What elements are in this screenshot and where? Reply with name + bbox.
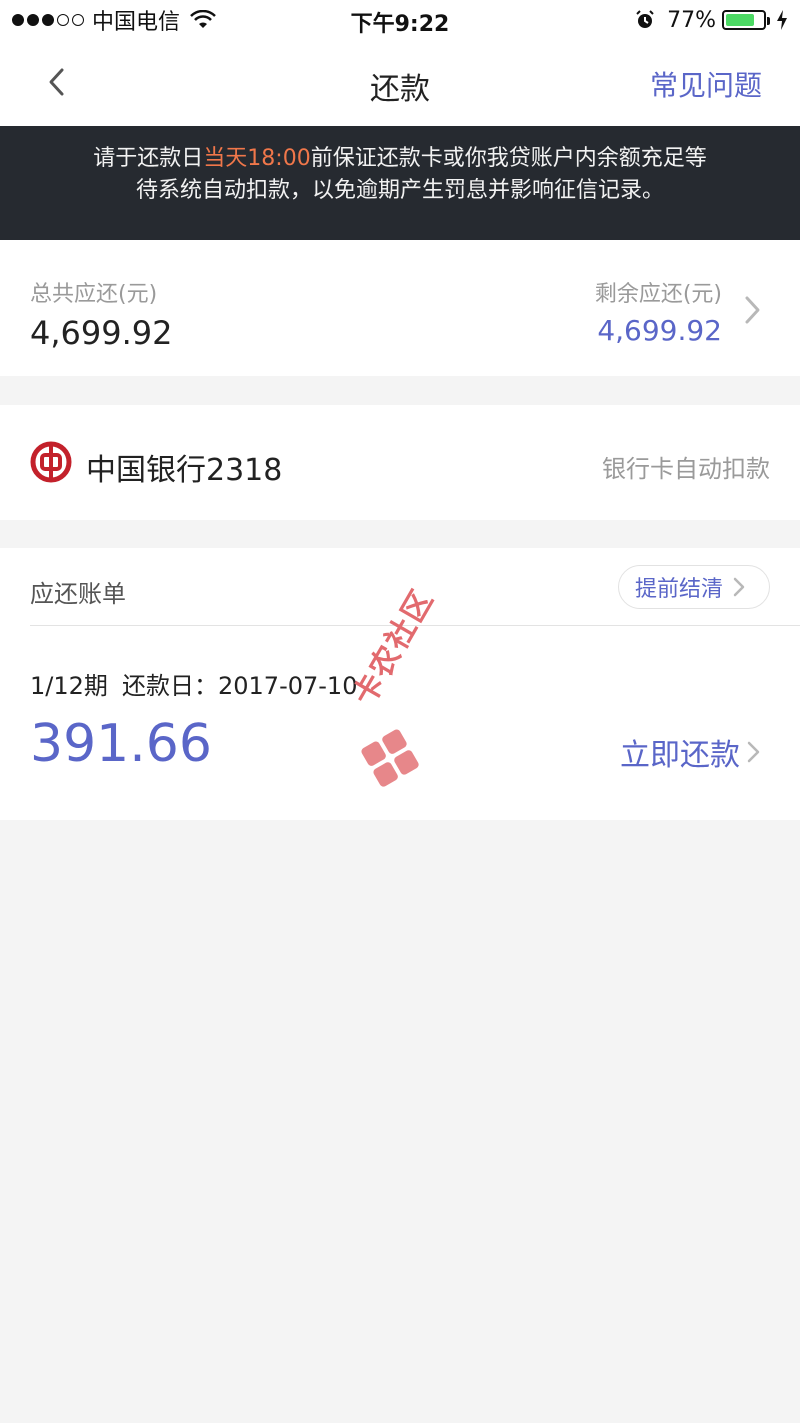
chevron-right-icon[interactable]	[738, 292, 766, 328]
faq-link[interactable]: 常见问题	[650, 64, 762, 104]
bills-title: 应还账单	[30, 580, 126, 608]
nav-bar: 还款 常见问题	[0, 40, 800, 126]
status-bar: 中国电信 下午9:22 77%	[0, 0, 800, 40]
notice-line-2: 待系统自动扣款，以免逾期产生罚息并影响征信记录。	[135, 178, 664, 203]
battery-percent: 77%	[667, 7, 716, 33]
chevron-right-icon	[747, 741, 760, 763]
pay-now-label: 立即还款	[620, 738, 740, 773]
charging-bolt-icon	[777, 10, 787, 30]
status-right: 77%	[635, 6, 788, 34]
bill-amount: 391.66	[30, 714, 212, 774]
notice-line-1: 请于还款日当天18:00前保证还款卡或你我贷账户内余额充足等	[0, 143, 800, 175]
early-payoff-label: 提前结清	[635, 577, 724, 602]
battery-icon	[722, 10, 770, 30]
early-payoff-button[interactable]: 提前结清	[618, 565, 770, 609]
total-due-value: 4,699.92	[30, 314, 173, 352]
remaining-due-label: 剩余应还(元)	[594, 282, 722, 307]
repayment-bank-card: 中国银行2318 银行卡自动扣款	[0, 405, 800, 520]
notice-text: 请于还款日	[93, 146, 204, 171]
repayment-notice-banner: 请于还款日当天18:00前保证还款卡或你我贷账户内余额充足等 待系统自动扣款，以…	[0, 126, 800, 240]
notice-text: 前保证还款卡或你我贷账户内余额充足等	[310, 146, 707, 171]
bill-installment-term: 1/12期	[30, 672, 108, 700]
notice-deadline-highlight: 当天18:00	[203, 146, 311, 171]
remaining-due-value: 4,699.92	[597, 314, 722, 347]
repayment-totals-card[interactable]: 总共应还(元) 4,699.92 剩余应还(元) 4,699.92	[0, 240, 800, 376]
pay-now-button[interactable]: 立即还款	[620, 730, 762, 774]
bank-of-china-logo-icon	[30, 441, 72, 483]
alarm-icon	[636, 10, 654, 28]
total-due-label: 总共应还(元)	[30, 282, 158, 307]
bank-card-name: 中国银行2318	[86, 453, 283, 488]
bill-due-date: 还款日：2017-07-10	[122, 672, 358, 700]
chevron-right-icon	[733, 577, 745, 597]
repayment-method: 银行卡自动扣款	[602, 455, 770, 483]
